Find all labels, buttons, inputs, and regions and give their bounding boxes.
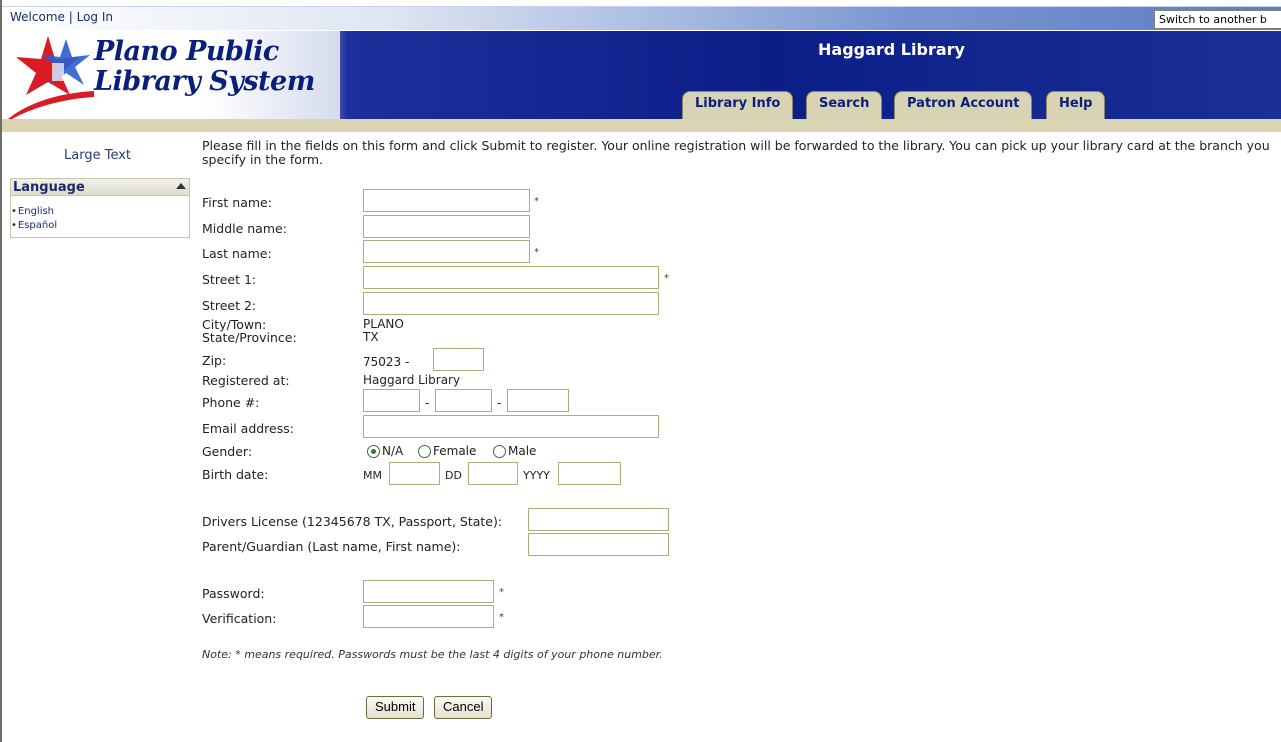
large-text-link[interactable]: Large Text: [64, 148, 131, 163]
gender-label: Gender:: [202, 444, 253, 459]
gender-male-radio[interactable]: [493, 445, 506, 458]
required-marker: *: [534, 247, 539, 258]
star-logo-icon: [8, 36, 94, 119]
gender-na-radio[interactable]: [367, 445, 380, 458]
gender-na-label: N/A: [382, 444, 404, 458]
language-panel: [10, 196, 190, 238]
language-spanish-label: Español: [17, 220, 58, 231]
birth-year-input[interactable]: [558, 462, 621, 485]
phone-separator: -: [425, 396, 430, 410]
gender-female-radio[interactable]: [418, 445, 431, 458]
drivers-license-label: Drivers License (12345678 TX, Passport, …: [202, 514, 503, 529]
phone-line-input[interactable]: [507, 389, 569, 412]
branch-title: Haggard Library: [818, 40, 965, 59]
required-marker: *: [499, 587, 504, 598]
tab-search[interactable]: Search: [806, 91, 883, 119]
last-name-input[interactable]: [363, 240, 530, 263]
language-english-link[interactable]: •English: [11, 206, 54, 217]
phone-separator: -: [497, 396, 502, 410]
verification-label: Verification:: [202, 611, 277, 626]
email-input[interactable]: [363, 415, 659, 438]
last-name-label: Last name:: [202, 246, 272, 261]
guardian-input[interactable]: [528, 533, 669, 556]
header-divider: [2, 119, 1281, 132]
zip-label: Zip:: [202, 353, 227, 368]
language-title: Language: [13, 180, 85, 195]
first-name-input[interactable]: [363, 189, 530, 212]
birth-month-input[interactable]: [389, 462, 440, 485]
state-value: TX: [363, 330, 379, 344]
first-name-label: First name:: [202, 195, 272, 210]
bullet-icon: •: [11, 220, 17, 231]
birth-day-input[interactable]: [468, 462, 518, 485]
verification-input[interactable]: [363, 605, 494, 628]
middle-name-label: Middle name:: [202, 221, 287, 236]
street2-input[interactable]: [363, 292, 659, 315]
top-bar: [2, 6, 1281, 30]
submit-button[interactable]: Submit: [366, 696, 425, 719]
street2-label: Street 2:: [202, 298, 257, 313]
tab-help[interactable]: Help: [1046, 91, 1106, 119]
password-label: Password:: [202, 586, 265, 601]
library-system-logo-text: Plano Public Library System: [94, 37, 315, 97]
registered-at-value: Haggard Library: [363, 373, 461, 387]
welcome-link[interactable]: Welcome: [10, 10, 65, 24]
form-intro-text: Please fill in the fields on this form a…: [202, 138, 1270, 167]
logo-line-1: Plano Public: [94, 36, 279, 67]
guardian-label: Parent/Guardian (Last name, First name):: [202, 539, 461, 554]
drivers-license-input[interactable]: [528, 508, 669, 531]
required-note: Note: * means required. Passwords must b…: [202, 648, 663, 661]
bullet-icon: •: [11, 206, 17, 217]
top-bar-links: Welcome | Log In: [10, 10, 113, 24]
required-marker: *: [534, 196, 539, 207]
login-link[interactable]: Log In: [77, 10, 113, 24]
gender-male-label: Male: [508, 444, 537, 458]
password-input[interactable]: [363, 580, 494, 603]
birth-month-label: MM: [363, 469, 382, 482]
street1-label: Street 1:: [202, 272, 257, 287]
birth-day-label: DD: [445, 469, 462, 482]
phone-prefix-input[interactable]: [435, 389, 492, 412]
birth-year-label: YYYY: [523, 469, 550, 482]
birth-date-label: Birth date:: [202, 467, 269, 482]
email-label: Email address:: [202, 421, 294, 436]
cancel-button[interactable]: Cancel: [434, 696, 493, 719]
tab-library-info[interactable]: Library Info: [682, 91, 794, 119]
required-marker: *: [664, 273, 669, 284]
zip-extension-input[interactable]: [433, 348, 484, 371]
middle-name-input[interactable]: [363, 215, 530, 238]
logo-line-2: Library System: [94, 66, 315, 97]
collapse-arrow-icon[interactable]: [176, 183, 186, 189]
required-marker: *: [499, 612, 504, 623]
state-label: State/Province:: [202, 330, 297, 345]
registered-at-label: Registered at:: [202, 373, 290, 388]
language-english-label: English: [17, 206, 55, 217]
gender-female-label: Female: [433, 444, 477, 458]
tab-patron-account[interactable]: Patron Account: [894, 91, 1033, 119]
phone-label: Phone #:: [202, 395, 260, 410]
phone-area-input[interactable]: [363, 389, 420, 412]
link-separator: |: [68, 10, 73, 24]
language-spanish-link[interactable]: •Español: [11, 220, 57, 231]
street1-input[interactable]: [363, 266, 659, 289]
zip-value: 75023 -: [363, 355, 410, 369]
switch-branch-button[interactable]: Switch to another b: [1154, 10, 1281, 29]
